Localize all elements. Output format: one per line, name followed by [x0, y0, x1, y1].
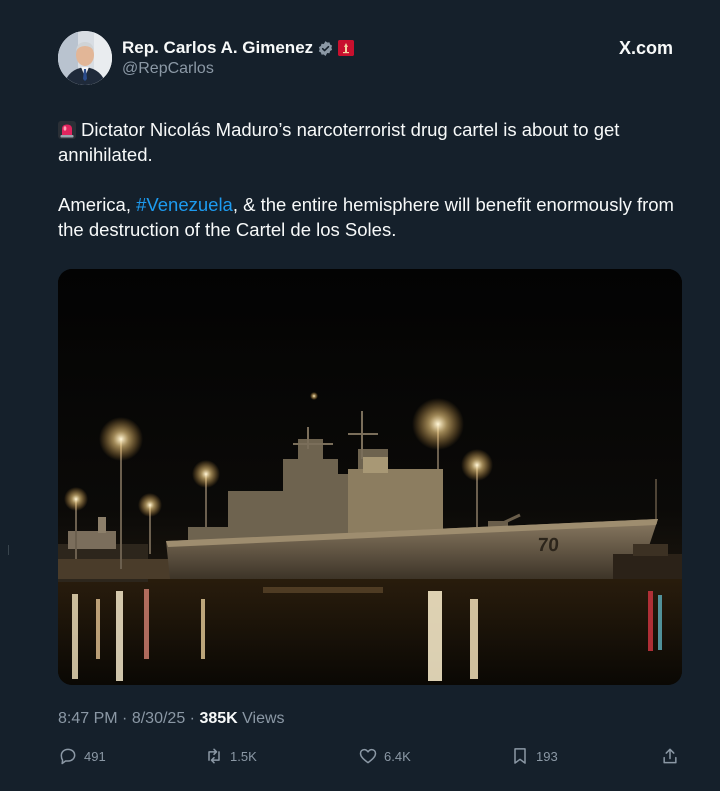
divider	[8, 545, 9, 555]
reply-count: 491	[84, 748, 106, 764]
tweet-paragraph-1: Dictator Nicolás Maduro’s narcoterrorist…	[58, 117, 678, 167]
source-link[interactable]: X.com	[619, 38, 673, 59]
author-handle[interactable]: @RepCarlos	[122, 60, 214, 78]
heart-icon	[359, 748, 377, 764]
tweet-meta: 8:47 PM · 8/30/25 · 385K Views	[58, 710, 285, 728]
like-count: 6.4K	[384, 748, 411, 764]
source-label: X.com	[618, 38, 673, 58]
verified-badge-icon[interactable]	[317, 40, 334, 57]
repost-count: 1.5K	[230, 748, 257, 764]
avatar-photo	[58, 31, 112, 85]
tweet-time[interactable]: 8:47 PM	[58, 710, 118, 727]
meta-separator-2: ·	[189, 710, 195, 727]
views-label: Views	[242, 710, 285, 727]
hull-number: 70	[537, 535, 560, 556]
tweet-text: Dictator Nicolás Maduro’s narcoterrorist…	[58, 117, 678, 242]
warship-at-night-photo: 70	[58, 269, 682, 685]
tweet-date[interactable]: 8/30/25	[132, 710, 185, 727]
siren-icon	[58, 121, 76, 139]
reply-button[interactable]: 491	[58, 746, 106, 766]
hashtag-link[interactable]: #Venezuela	[136, 194, 233, 215]
government-flag-icon[interactable]	[338, 40, 355, 56]
avatar[interactable]	[58, 31, 112, 85]
tweet-paragraph-2-start: America,	[58, 194, 137, 215]
repost-button[interactable]: 1.5K	[204, 746, 257, 766]
bookmark-button[interactable]: 193	[510, 746, 558, 766]
meta-separator-1: ·	[122, 710, 128, 727]
reply-icon	[60, 748, 76, 765]
share-icon	[663, 748, 677, 764]
share-button[interactable]	[660, 746, 680, 766]
author-name-row: Rep. Carlos A. Gimenez	[122, 38, 355, 58]
tweet-paragraph-2: America, #Venezuela, & the entire hemisp…	[58, 192, 678, 242]
tweet-card: Rep. Carlos A. Gimenez @RepCarlos X.com …	[0, 0, 720, 791]
bookmark-count: 193	[536, 748, 558, 764]
author-display-name[interactable]: Rep. Carlos A. Gimenez	[122, 38, 313, 58]
views-count: 385K	[199, 710, 238, 727]
bookmark-icon	[514, 748, 526, 764]
action-bar: 491 1.5K 6.4K 193	[58, 746, 682, 770]
tweet-paragraph-1-text: Dictator Nicolás Maduro’s narcoterrorist…	[58, 119, 620, 165]
tweet-media-image[interactable]: 70	[58, 269, 682, 685]
repost-icon	[208, 748, 220, 764]
like-button[interactable]: 6.4K	[358, 746, 411, 766]
